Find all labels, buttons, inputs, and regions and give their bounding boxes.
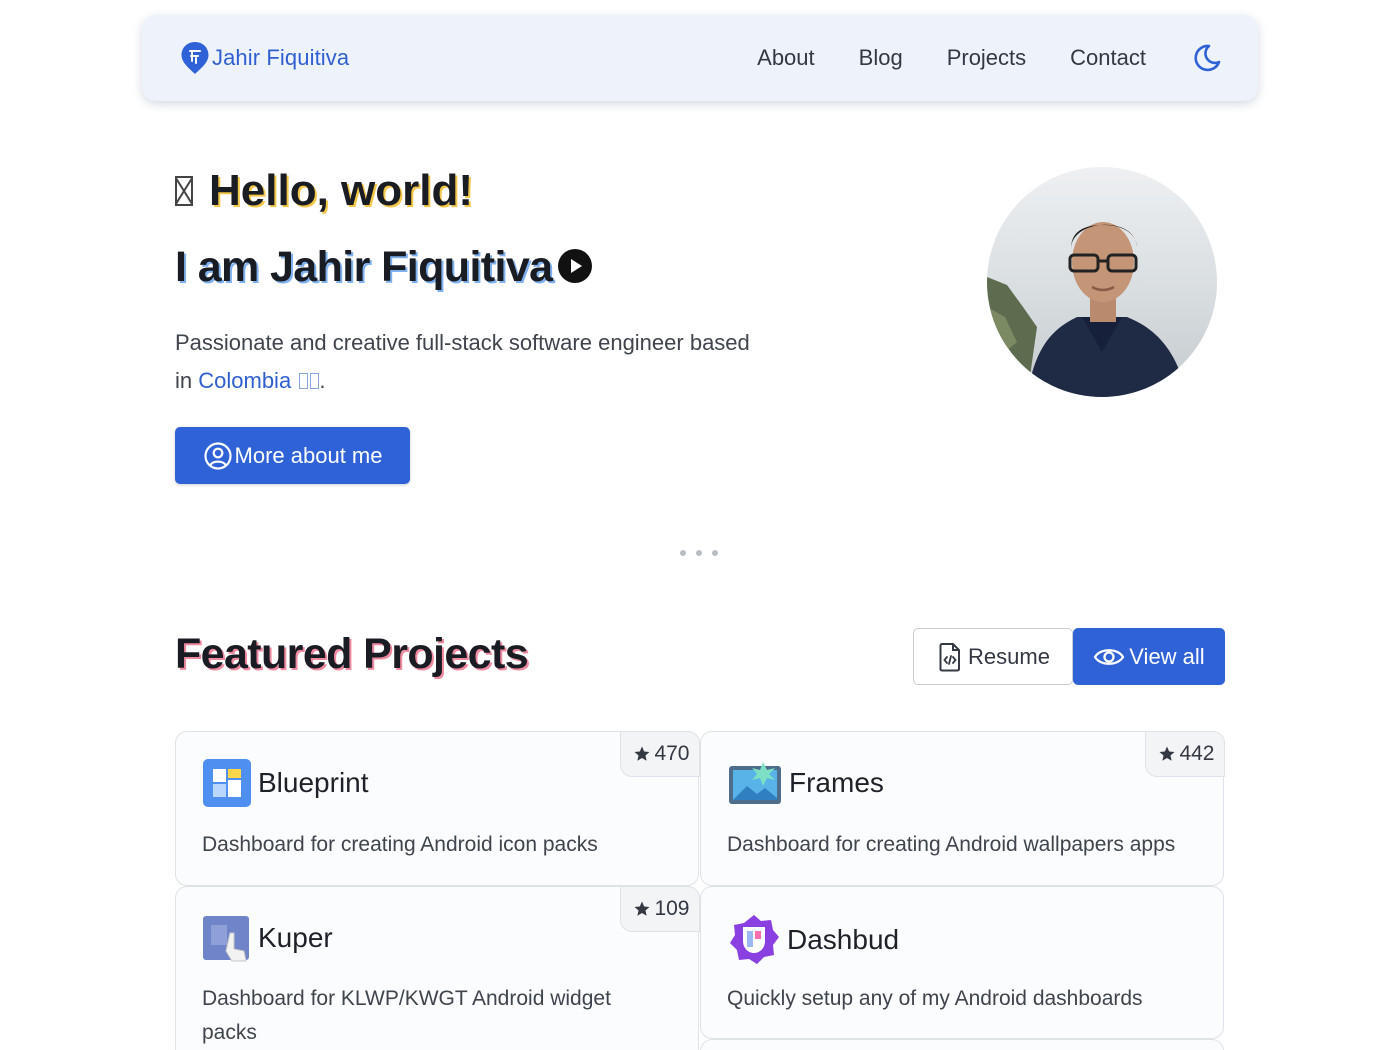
project-description: Dashboard for creating Android icon pack… bbox=[202, 833, 598, 856]
project-header: Kuper bbox=[202, 913, 333, 963]
divider-dot bbox=[712, 550, 718, 556]
project-header: Dashbud bbox=[727, 913, 899, 967]
waving-hand-icon bbox=[175, 176, 193, 206]
star-count-value: 109 bbox=[654, 896, 690, 920]
project-name: Kuper bbox=[258, 922, 333, 953]
file-code-icon bbox=[939, 642, 961, 671]
tagline-end: . bbox=[319, 368, 326, 393]
project-name: Dashbud bbox=[787, 924, 900, 955]
country-name: Colombia bbox=[198, 368, 292, 393]
star-count-value: 442 bbox=[1179, 741, 1215, 765]
star-icon bbox=[1159, 746, 1175, 761]
nav-projects[interactable]: Projects bbox=[947, 45, 1026, 71]
view-all-label: View all bbox=[1129, 643, 1205, 669]
project-header: Frames bbox=[727, 758, 884, 808]
project-name: Blueprint bbox=[258, 767, 369, 798]
greeting-text: Hello, world! bbox=[209, 166, 473, 215]
greeting: Hello, world! bbox=[175, 166, 473, 216]
project-card-frames[interactable]: 442 Frames Dashboard for creating Androi… bbox=[700, 730, 1225, 886]
user-circle-icon bbox=[203, 441, 232, 470]
frames-app-icon bbox=[729, 762, 781, 804]
intro-title-text: I am Jahir Fiquitiva bbox=[175, 243, 553, 291]
blueprint-app-icon bbox=[203, 759, 251, 807]
dashbud-app-icon bbox=[730, 915, 779, 964]
project-card-kuper[interactable]: 109 Kuper Dashboard for KLWP/KWGT Androi… bbox=[175, 885, 700, 1050]
star-count-value: 470 bbox=[654, 741, 690, 765]
view-all-button[interactable]: View all bbox=[1073, 628, 1225, 685]
section-divider bbox=[680, 550, 718, 556]
resume-label: Resume bbox=[968, 643, 1050, 669]
star-count: 109 bbox=[620, 885, 700, 932]
project-description: Dashboard for KLWP/KWGT Android widget p… bbox=[202, 987, 611, 1044]
intro-title: I am Jahir Fiquitiva bbox=[175, 243, 593, 292]
main-nav: About Blog Projects Contact bbox=[757, 43, 1222, 73]
nav-about[interactable]: About bbox=[757, 45, 815, 71]
divider-dot bbox=[680, 550, 686, 556]
star-count: 442 bbox=[1145, 730, 1225, 777]
star-count: 470 bbox=[620, 730, 700, 777]
more-about-me-label: More about me bbox=[234, 442, 383, 468]
project-description: Quickly setup any of my Android dashboar… bbox=[727, 987, 1143, 1010]
star-icon bbox=[634, 746, 650, 761]
resume-button[interactable]: Resume bbox=[913, 628, 1073, 685]
nav-blog[interactable]: Blog bbox=[859, 45, 903, 71]
project-description: Dashboard for creating Android wallpaper… bbox=[727, 833, 1176, 856]
more-about-me-button[interactable]: More about me bbox=[175, 427, 410, 484]
project-card-next[interactable] bbox=[700, 1039, 1224, 1050]
divider-dot bbox=[696, 550, 702, 556]
play-circle-icon[interactable] bbox=[557, 248, 593, 289]
brand-link[interactable]: Jahir Fiquitiva bbox=[180, 41, 349, 75]
site-header: Jahir Fiquitiva About Blog Projects Cont… bbox=[142, 15, 1258, 101]
country-link[interactable]: Colombia bbox=[198, 368, 320, 393]
moon-icon bbox=[1194, 44, 1221, 72]
project-header: Blueprint bbox=[202, 758, 369, 808]
nav-contact[interactable]: Contact bbox=[1070, 45, 1146, 71]
brand-name: Jahir Fiquitiva bbox=[212, 45, 350, 70]
featured-projects-heading: Featured Projects bbox=[175, 630, 529, 678]
project-card-dashbud[interactable]: Dashbud Quickly setup any of my Android … bbox=[700, 886, 1224, 1039]
project-name: Frames bbox=[789, 767, 884, 798]
map-pin-logo-icon bbox=[181, 42, 209, 74]
project-card-blueprint[interactable]: 470 Blueprint Dashboard for creating And… bbox=[175, 730, 700, 886]
eye-icon bbox=[1093, 648, 1125, 665]
kuper-app-icon bbox=[203, 916, 249, 962]
avatar bbox=[987, 167, 1217, 397]
flag-icon bbox=[310, 373, 320, 389]
star-icon bbox=[634, 901, 650, 916]
tagline: Passionate and creative full-stack softw… bbox=[175, 324, 755, 400]
flag-icon bbox=[299, 373, 309, 389]
theme-toggle-button[interactable] bbox=[1192, 43, 1222, 73]
